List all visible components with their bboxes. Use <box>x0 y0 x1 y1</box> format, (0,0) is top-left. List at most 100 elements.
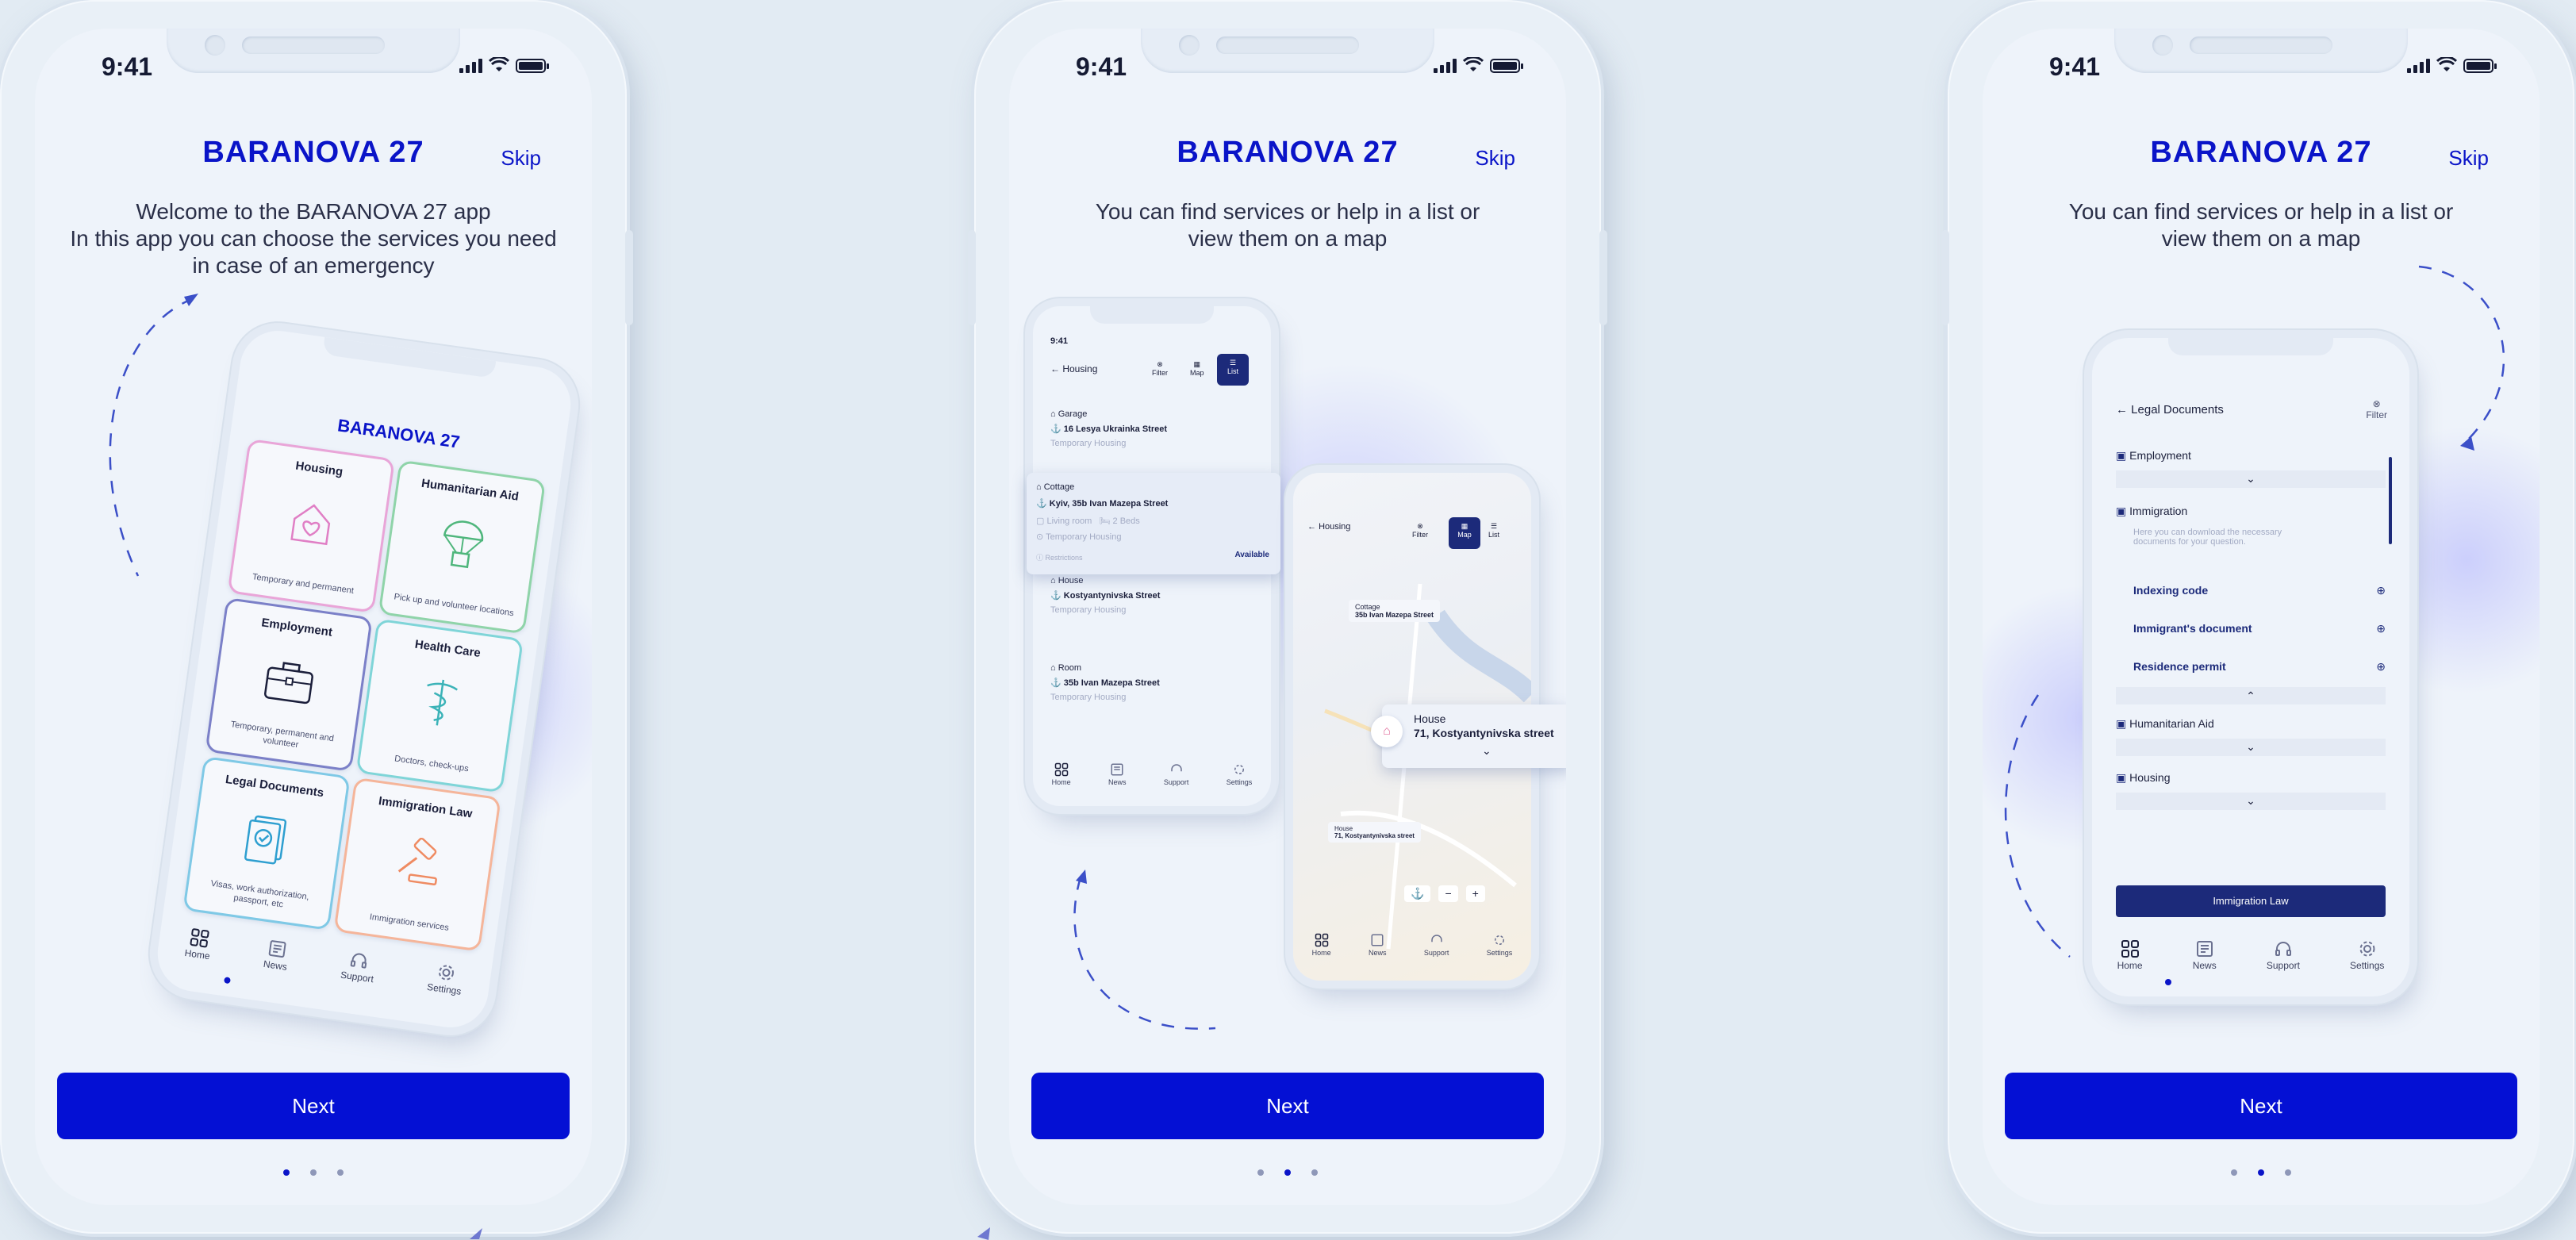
download-icon[interactable]: ⊕ <box>2376 622 2386 635</box>
tile-subtitle: Temporary and permanent <box>251 572 355 597</box>
tile-housing[interactable]: Housing Temporary and permanent <box>227 438 395 613</box>
zoom-out-button[interactable]: − <box>1438 885 1458 902</box>
tab-news[interactable]: News <box>1369 933 1387 957</box>
section-immigration[interactable]: ▣ Immigration Here you can download the … <box>2116 505 2386 547</box>
document-item[interactable]: Residence permit ⊕ <box>2133 660 2386 674</box>
document-item[interactable]: Indexing code ⊕ <box>2133 584 2386 597</box>
next-button[interactable]: Next <box>1031 1073 1544 1139</box>
tile-title: Humanitarian Aid <box>420 476 520 504</box>
mockup-back-link[interactable]: ← Housing <box>1050 363 1097 374</box>
highlighted-map-pin-house[interactable]: ⌂ House 71, Kostyantynivska street ⌄ <box>1371 704 1566 768</box>
mockup-list-toggle[interactable]: ☰ List <box>1488 522 1499 539</box>
tab-settings[interactable]: Settings <box>1226 762 1253 786</box>
section-housing[interactable]: ▣ Housing ⌄ <box>2116 771 2386 810</box>
map-pin-cottage[interactable]: Cottage 35b Ivan Mazepa Street <box>1349 600 1441 622</box>
tab-support[interactable]: Support <box>340 949 377 985</box>
tile-immigration-law[interactable]: Immigration Law Immigration services <box>333 777 501 952</box>
collapse-chevron-icon[interactable]: ⌃ <box>2116 687 2386 704</box>
tile-legal-documents[interactable]: Legal Documents Visas, work authorizatio… <box>182 755 351 931</box>
map-pin-house[interactable]: House 71, Kostyantynivska street <box>1328 822 1421 843</box>
caduceus-icon <box>427 679 458 726</box>
list-item-house[interactable]: ⌂ House ⚓ Kostyantynivska Street Tempora… <box>1050 576 1257 615</box>
newspaper-icon <box>1371 934 1384 946</box>
tile-title: Immigration Law <box>378 794 474 821</box>
expand-chevron-icon[interactable]: ⌄ <box>2116 793 2386 810</box>
tab-news[interactable]: News <box>2193 939 2217 971</box>
pin-label: Cottage <box>1355 603 1380 611</box>
tab-label: Support <box>1423 949 1449 957</box>
tab-support[interactable]: Support <box>1424 933 1449 957</box>
battery-icon <box>516 59 549 73</box>
status-icons <box>2407 57 2497 73</box>
scrollbar[interactable] <box>2389 457 2392 544</box>
tab-label: Settings <box>426 981 463 997</box>
tab-news[interactable]: News <box>1108 762 1127 786</box>
skip-button[interactable]: Skip <box>501 146 541 171</box>
page-dot-active <box>1284 1169 1291 1176</box>
mockup-map-toggle[interactable]: ▦ Map <box>1190 360 1204 377</box>
list-item-room[interactable]: ⌂ Room ⚓ 35b Ivan Mazepa Street Temporar… <box>1050 663 1257 702</box>
gear-icon <box>2359 941 2375 957</box>
page-indicator <box>1983 1169 2540 1176</box>
tab-home[interactable]: Home <box>1312 933 1331 957</box>
dashed-arrow-decoration <box>2004 694 2071 958</box>
tab-label: Settings <box>1226 778 1253 786</box>
tab-support[interactable]: Support <box>1164 762 1188 786</box>
tab-home[interactable]: Home <box>1052 762 1071 786</box>
zoom-in-button[interactable]: + <box>1465 885 1485 902</box>
tab-label: Settings <box>2350 960 2385 971</box>
immigration-law-button[interactable]: Immigration Law <box>2116 885 2386 917</box>
map-label: Map <box>1457 531 1472 539</box>
mockup-back-link[interactable]: ← Legal Documents <box>2116 403 2224 417</box>
next-button[interactable]: Next <box>57 1073 570 1139</box>
tab-settings[interactable]: Settings <box>1487 933 1512 957</box>
item-room: ▢ Living room 🛏 2 Beds <box>1036 516 1140 526</box>
filter-label: Filter <box>2366 409 2387 420</box>
notch <box>1141 29 1434 73</box>
tab-settings[interactable]: Settings <box>2350 939 2384 971</box>
page-dot <box>310 1169 317 1176</box>
expand-chevron-icon[interactable]: ⌄ <box>2116 470 2386 488</box>
skip-button[interactable]: Skip <box>1475 146 1515 171</box>
item-type: ⌂ Cottage <box>1036 482 1075 492</box>
status-time: 9:41 <box>1076 52 1127 81</box>
highlighted-list-card-cottage[interactable]: ⌂ Cottage ⚓ Kyiv, 35b Ivan Mazepa Street… <box>1027 473 1280 574</box>
download-icon[interactable]: ⊕ <box>2376 584 2386 597</box>
tab-label: Home <box>2117 960 2143 971</box>
page-indicator <box>1009 1169 1566 1176</box>
my-location-icon[interactable]: ⚓ <box>1404 885 1431 902</box>
tile-health-care[interactable]: Health Care Doctors, check-ups <box>355 618 524 793</box>
download-icon[interactable]: ⊕ <box>2376 660 2386 674</box>
back-label: Legal Documents <box>2131 403 2224 417</box>
skip-button[interactable]: Skip <box>2448 146 2489 171</box>
gavel-icon <box>397 837 437 886</box>
next-button[interactable]: Next <box>2005 1073 2517 1139</box>
newspaper-icon <box>268 940 286 958</box>
mockup-filter-button[interactable]: ⊗ Filter <box>1152 360 1168 377</box>
tab-news[interactable]: News <box>263 938 290 973</box>
tab-label: News <box>2192 960 2217 971</box>
tab-home[interactable]: Home <box>184 927 213 962</box>
expand-chevron-icon[interactable]: ⌄ <box>2116 739 2386 756</box>
tile-humanitarian-aid[interactable]: Humanitarian Aid Pick up and volunteer l… <box>378 459 547 635</box>
mockup-list-toggle[interactable]: ☰ List <box>1217 354 1249 386</box>
section-humanitarian-aid[interactable]: ▣ Humanitarian Aid ⌄ <box>2116 717 2386 756</box>
mockup-filter-button[interactable]: ⊗ Filter <box>1412 522 1428 539</box>
onboarding-screen-1: 9:41 BARANOVA 27 Skip Welcome to the BAR… <box>35 29 592 1205</box>
document-item[interactable]: Immigrant's document ⊕ <box>2133 622 2386 635</box>
tab-home[interactable]: Home <box>2117 939 2143 971</box>
mockup-map-toggle[interactable]: ▦ Map <box>1449 517 1480 549</box>
mockup-filter-button[interactable]: ⊗ Filter <box>2366 398 2387 420</box>
tab-settings[interactable]: Settings <box>426 961 465 997</box>
tile-employment[interactable]: Employment Temporary, permanent and volu… <box>205 597 373 772</box>
list-item-garage[interactable]: ⌂ Garage ⚓ 16 Lesya Ukrainka Street Temp… <box>1050 409 1257 448</box>
description-line: You can find services or help in a list … <box>1095 199 1480 224</box>
tile-subtitle: Visas, work authorization, passport, etc <box>209 878 310 910</box>
mockup-tab-bar: Home News Support Settings <box>1293 933 1531 957</box>
mockup-back-link[interactable]: ← Housing <box>1307 522 1350 532</box>
tab-support[interactable]: Support <box>2267 939 2300 971</box>
mockup-phone-documents: ← Legal Documents ⊗ Filter ▣ Employment ⌄… <box>2092 338 2409 996</box>
section-employment[interactable]: ▣ Employment ⌄ <box>2116 449 2386 488</box>
mockup-tab-bar: Home News Support Settings <box>1033 762 1271 786</box>
back-label: Housing <box>1062 363 1098 374</box>
